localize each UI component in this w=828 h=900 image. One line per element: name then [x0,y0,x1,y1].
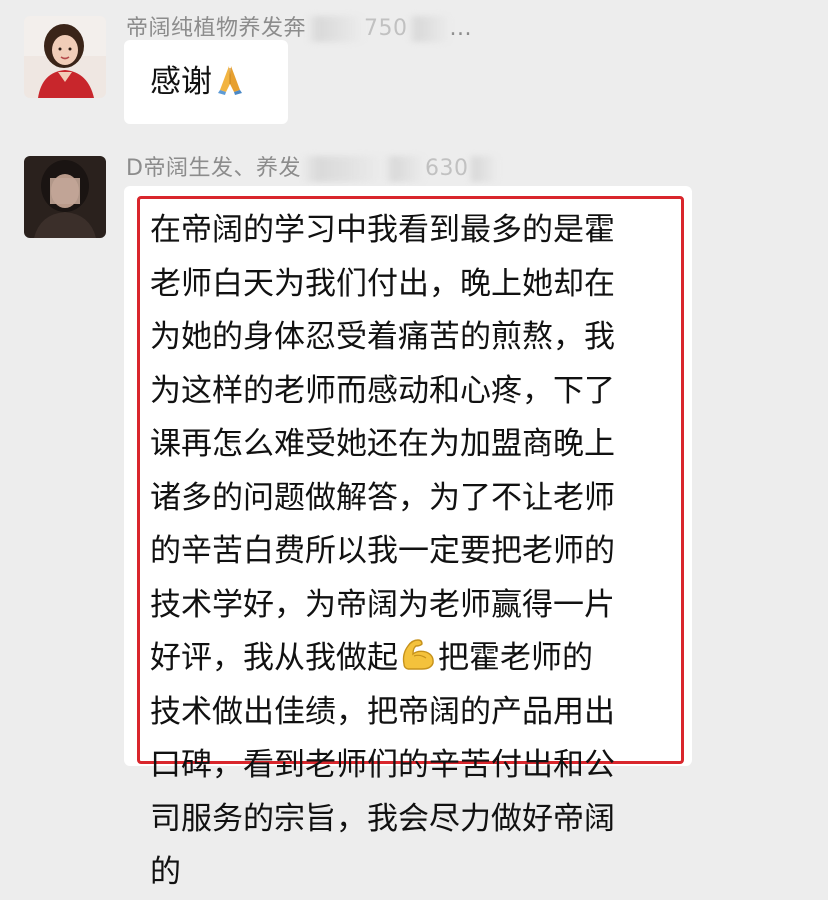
redacted-blur [306,16,365,42]
avatar[interactable] [24,16,106,98]
redacted-blur [384,156,425,182]
flexed-biceps-icon [398,634,438,690]
message-text: 在帝阔的学习中我看到最多的是霍 老师白天为我们付出，晚上她却在 为她的身体忍受着… [150,204,615,900]
message-line: 司服务的宗旨，我会尽力做好帝阔 [150,800,615,837]
message-line: 诸多的问题做解答，为了不让老师 [150,479,615,516]
message-line: 好评，我从我做起 把霍老师的 [150,632,615,686]
redacted-blur [468,156,499,182]
message-bubble[interactable]: 感谢 [124,40,288,124]
folded-hands-icon [212,60,248,106]
message-line: 为这样的老师而感动和心疼，下了 [150,372,615,409]
message-line: 课再怎么难受她还在为加盟商晚上 [150,426,615,462]
message-line: 老师白天为我们付出，晚上她却在 [150,265,615,302]
message-line: 的 [150,854,181,890]
message-text: 感谢 [150,64,212,100]
sender-name: 帝阔纯植物养发奔 750... [126,16,472,42]
redacted-blur [300,156,385,182]
message-line-start: 好评，我从我做起 [150,640,398,676]
message-line: 技术做出佳绩，把帝阔的产品用出 [150,693,615,730]
message-line: 口碑，看到老师们的辛苦付出和公 [150,747,615,783]
message-line: 技术学好，为帝阔为老师赢得一片 [150,586,615,623]
avatar[interactable] [24,156,106,238]
message-line: 为她的身体忍受着痛苦的煎熬，我 [150,319,615,355]
message-line: 的辛苦白费所以我一定要把老师的 [150,533,615,569]
message-line-end: 把霍老师的 [438,640,593,676]
sender-name: D帝阔生发、养发 630 [126,150,499,182]
avatar-blurred-woman-icon [24,156,106,238]
redacted-blur [407,16,450,42]
avatar-woman-red-dress-icon [24,16,106,98]
message-line: 在帝阔的学习中我看到最多的是霍 [150,212,615,248]
